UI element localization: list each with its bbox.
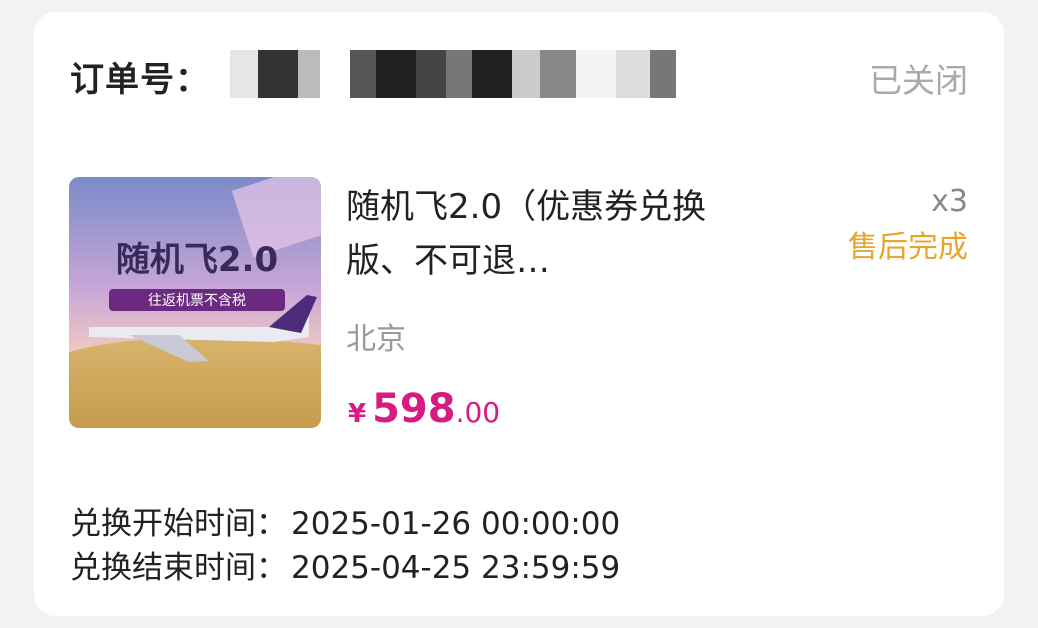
order-number-masked xyxy=(218,50,700,98)
product-image[interactable]: 随机飞2.0 往返机票不含税 xyxy=(69,177,321,428)
after-sale-status: 售后完成 xyxy=(848,230,968,265)
product-image-title: 随机飞2.0 xyxy=(116,240,278,280)
exchange-end-row: 兑换结束时间： 2025-04-25 23:59:59 xyxy=(70,542,620,587)
product-image-subtitle: 往返机票不含税 xyxy=(148,293,246,309)
product-price: ¥598.00 xyxy=(348,386,500,432)
product-city: 北京 xyxy=(346,322,406,357)
exchange-end-label: 兑换结束时间： xyxy=(70,550,287,586)
product-title[interactable]: 随机飞2.0（优惠券兑换版、不可退… xyxy=(346,180,746,288)
quantity: x3 xyxy=(931,184,968,219)
exchange-end-value: 2025-04-25 23:59:59 xyxy=(291,550,621,586)
exchange-start-label: 兑换开始时间： xyxy=(70,506,287,542)
exchange-start-value: 2025-01-26 00:00:00 xyxy=(291,506,621,542)
price-decimal: .00 xyxy=(455,396,501,429)
order-status: 已关闭 xyxy=(869,61,968,100)
price-currency: ¥ xyxy=(348,399,367,429)
price-integer: 598 xyxy=(372,386,456,432)
exchange-start-row: 兑换开始时间： 2025-01-26 00:00:00 xyxy=(70,498,620,543)
order-number-label: 订单号： xyxy=(70,60,210,100)
